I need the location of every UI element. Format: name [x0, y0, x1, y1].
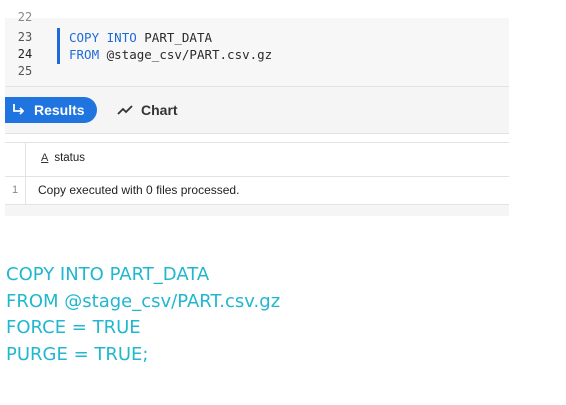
sql-snippet: COPY INTO PART_DATA FROM @stage_csv/PART… — [6, 262, 280, 368]
code-text: @stage_csv/PART.csv.gz — [99, 47, 273, 62]
status-cell[interactable]: Copy executed with 0 files processed. — [38, 176, 239, 204]
chart-label: Chart — [141, 102, 178, 118]
results-label: Results — [34, 102, 85, 118]
table-row[interactable]: 1 Copy executed with 0 files processed. — [5, 176, 509, 205]
code-text: PART_DATA — [136, 30, 213, 45]
text-type-icon: A — [41, 152, 49, 164]
row-number: 1 — [5, 176, 26, 204]
line-chart-icon — [117, 105, 133, 115]
line-number: 25 — [17, 64, 33, 78]
line-number: 23 — [17, 30, 33, 44]
worksheet-screenshot: 22 23 24 25 COPY INTO PART_DATA FROM @st… — [5, 10, 509, 216]
keyword: FROM — [69, 47, 100, 62]
column-header-status[interactable]: A status — [41, 152, 85, 164]
results-grid-header: A status — [5, 142, 509, 177]
keyword: COPY — [69, 30, 100, 45]
sql-editor[interactable]: 22 23 24 25 COPY INTO PART_DATA FROM @st… — [5, 10, 509, 86]
code-line[interactable]: COPY INTO PART_DATA — [69, 30, 212, 45]
results-tab-button[interactable]: Results — [5, 97, 97, 123]
sql-line: FORCE = TRUE — [6, 317, 141, 338]
line-number: 24 — [17, 47, 33, 61]
results-toolbar: Results Chart — [5, 86, 509, 134]
sql-line: PURGE = TRUE; — [6, 343, 149, 365]
line-gutter: 22 23 24 25 — [5, 10, 45, 86]
sql-line: COPY INTO PART_DATA — [6, 264, 210, 285]
column-header-label: status — [54, 152, 86, 164]
grid-empty-area — [5, 205, 509, 216]
return-arrow-icon — [13, 104, 25, 115]
code-line[interactable]: FROM @stage_csv/PART.csv.gz — [69, 47, 272, 62]
keyword: INTO — [106, 30, 137, 45]
active-statement-marker — [57, 28, 60, 64]
sql-line: FROM @stage_csv/PART.csv.gz — [6, 290, 281, 312]
chart-tab-button[interactable]: Chart — [117, 97, 178, 123]
row-number-header — [5, 143, 26, 176]
line-number: 22 — [17, 10, 33, 24]
